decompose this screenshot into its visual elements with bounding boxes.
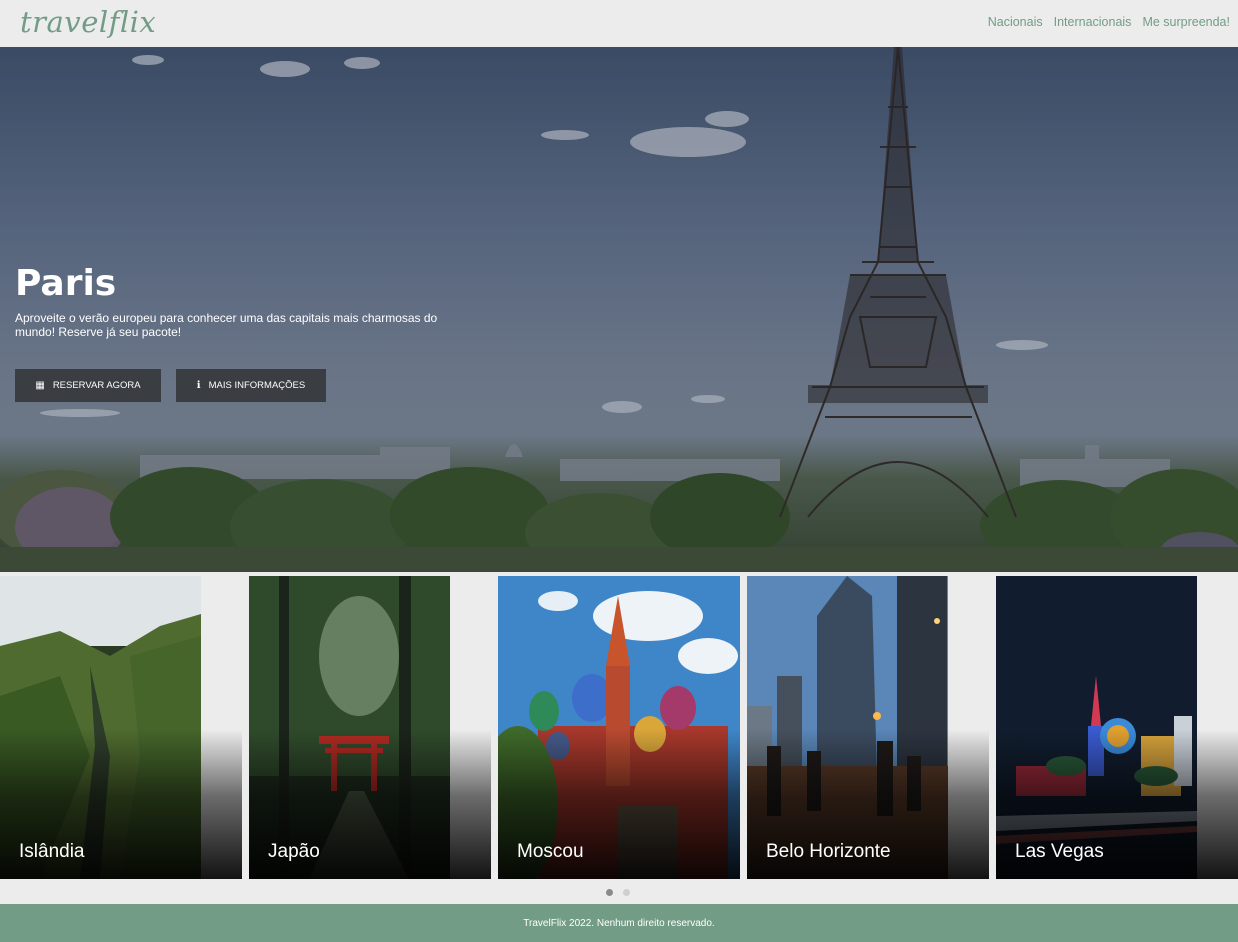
hero-banner: Paris Aproveite o verão europeu para con…: [0, 47, 1238, 572]
carousel-pagination: [606, 889, 630, 896]
destination-card-belo-horizonte[interactable]: Belo Horizonte: [747, 576, 989, 879]
site-footer: TravelFlix 2022. Nenhum direito reservad…: [0, 904, 1238, 942]
calendar-icon: ▦: [35, 380, 45, 391]
destination-label: Japão: [268, 841, 320, 862]
top-navbar: travelflix Nacionais Internacionais Me s…: [0, 0, 1238, 46]
site-logo[interactable]: travelflix: [20, 5, 156, 39]
footer-text: TravelFlix 2022. Nenhum direito reservad…: [523, 917, 715, 929]
hero-description: Aproveite o verão europeu para conhecer …: [15, 311, 438, 339]
destination-label: Moscou: [517, 841, 584, 862]
main-nav: Nacionais Internacionais Me surpreenda!: [988, 15, 1230, 29]
more-info-button[interactable]: ℹ MAIS INFORMAÇÕES: [176, 369, 326, 402]
reserve-now-button[interactable]: ▦ RESERVAR AGORA: [15, 369, 161, 402]
destination-card-islandia[interactable]: Islândia: [0, 576, 242, 879]
nav-link-internacionais[interactable]: Internacionais: [1054, 15, 1132, 29]
nav-link-nacionais[interactable]: Nacionais: [988, 15, 1043, 29]
carousel-dot-2[interactable]: [623, 889, 630, 896]
destination-label: Las Vegas: [1015, 841, 1104, 862]
nav-link-me-surpreenda[interactable]: Me surpreenda!: [1142, 15, 1230, 29]
destination-label: Belo Horizonte: [766, 841, 891, 862]
more-info-label: MAIS INFORMAÇÕES: [208, 380, 306, 391]
hero-title: Paris: [15, 263, 117, 304]
destination-carousel: Islândia Japão Moscou Belo Horizonte Las…: [0, 576, 1238, 879]
info-icon: ℹ: [196, 380, 201, 391]
reserve-now-label: RESERVAR AGORA: [52, 380, 141, 391]
destination-card-las-vegas[interactable]: Las Vegas: [996, 576, 1238, 879]
destination-card-japao[interactable]: Japão: [249, 576, 491, 879]
carousel-dot-1[interactable]: [606, 889, 613, 896]
destination-label: Islândia: [19, 841, 85, 862]
destination-card-moscou[interactable]: Moscou: [498, 576, 740, 879]
